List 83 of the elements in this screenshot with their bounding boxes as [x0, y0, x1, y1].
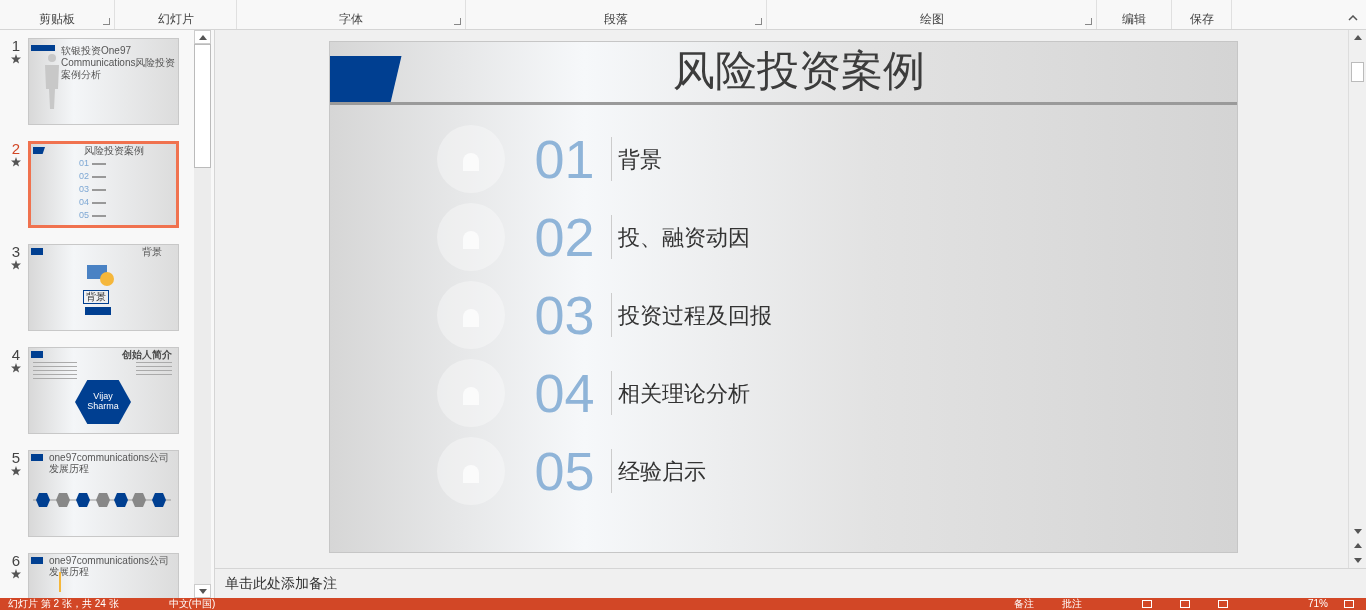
slide-thumbnail[interactable]: 创始人简介 Vijay Sharma	[28, 347, 179, 434]
slide-accent	[31, 557, 43, 564]
comments-button[interactable]: 批注	[1062, 598, 1082, 610]
agenda-number: 05	[534, 441, 596, 501]
star-icon	[11, 157, 21, 167]
slide-accent	[31, 248, 43, 255]
agenda-item: 投、融资动因	[617, 223, 750, 252]
slide-thumbnail[interactable]: one97communications公司发展历程	[28, 450, 179, 537]
scroll-thumb[interactable]	[1351, 62, 1364, 82]
slide-title: 背景	[142, 246, 162, 258]
scrollbar[interactable]	[194, 30, 211, 598]
agenda-item: 背景	[617, 145, 662, 174]
slide-number: 4	[11, 347, 21, 363]
star-icon	[11, 569, 21, 579]
ribbon-group-label: 绘图	[919, 12, 944, 26]
slide-thumbnail[interactable]: 背景 背景	[28, 244, 179, 331]
agenda-number: 03	[79, 183, 89, 196]
star-icon	[11, 466, 21, 476]
scroll-down-icon[interactable]	[198, 588, 207, 594]
dialog-launcher-icon[interactable]	[454, 18, 461, 25]
slide-count: 幻灯片 第 2 张，共 24 张	[8, 598, 119, 610]
number-tag	[85, 307, 111, 315]
slide-title: one97communications公司发展历程	[49, 555, 171, 577]
agenda-text-line	[92, 214, 106, 217]
scroll-down-icon[interactable]	[1353, 528, 1362, 534]
slide-number: 3	[11, 244, 21, 260]
previous-slide-icon[interactable]	[1353, 542, 1362, 548]
collapse-ribbon-icon[interactable]	[1348, 15, 1358, 21]
slide-number: 2	[11, 141, 21, 157]
slide-thumbnail[interactable]: one97communications公司发展历程	[28, 553, 179, 598]
scrollbar[interactable]	[1348, 30, 1366, 568]
agenda-item: 相关理论分析	[617, 379, 750, 408]
slide-accent	[31, 351, 43, 358]
slide-thumbnail[interactable]: 软银投资One97 Communications风险投资案例分析	[28, 38, 179, 125]
agenda-text-line	[92, 175, 106, 178]
slide-accent	[33, 147, 45, 154]
slide-title: 风险投资案例	[672, 46, 926, 96]
agenda-number: 01	[534, 129, 596, 189]
agenda-item: 经验启示	[617, 457, 706, 486]
slide-accent	[31, 45, 55, 51]
agenda-number: 02	[79, 170, 89, 183]
agenda-text-line	[92, 162, 106, 165]
star-icon	[11, 363, 21, 373]
slide-number: 1	[11, 38, 21, 54]
agenda-text-line	[92, 188, 106, 191]
language-indicator[interactable]: 中文(中国)	[168, 598, 216, 610]
dialog-launcher-icon[interactable]	[103, 18, 110, 25]
dialog-launcher-icon[interactable]	[755, 18, 762, 25]
slide-title: 软银投资One97 Communications风险投资案例分析	[61, 45, 177, 81]
timeline-bar	[59, 572, 61, 592]
next-slide-icon[interactable]	[1353, 557, 1362, 563]
hexagon-label: Vijay Sharma	[86, 391, 120, 411]
slide-number: 6	[11, 553, 21, 569]
agenda-number: 04	[534, 363, 596, 423]
agenda-number: 01	[79, 157, 89, 170]
agenda-number: 03	[534, 285, 596, 345]
ribbon-group-label: 保存	[1189, 12, 1214, 26]
zoom-level[interactable]: 71%	[1308, 598, 1328, 610]
scroll-up-icon[interactable]	[1353, 34, 1362, 40]
agenda-number: 04	[79, 196, 89, 209]
ribbon-group-label: 剪贴板	[39, 12, 75, 26]
slide-title: 创始人简介	[122, 349, 172, 361]
star-icon	[11, 260, 21, 270]
agenda-number: 02	[534, 207, 596, 267]
agenda-item: 投资过程及回报	[617, 301, 772, 330]
scroll-up-icon[interactable]	[198, 34, 207, 40]
notes-button[interactable]: 备注	[1014, 598, 1034, 610]
ribbon-group-label: 幻灯片	[157, 12, 194, 26]
slide-title: 风险投资案例	[82, 145, 145, 156]
picture-caption: 背景	[83, 290, 109, 304]
ribbon-group-label: 字体	[339, 12, 363, 26]
scroll-thumb[interactable]	[194, 44, 211, 168]
slide-accent	[31, 454, 43, 461]
slide-thumbnail[interactable]: 风险投资案例 01 02 03 04 05	[28, 141, 179, 228]
dialog-launcher-icon[interactable]	[1085, 18, 1092, 25]
ribbon-group-label: 段落	[604, 12, 628, 26]
notes-placeholder[interactable]: 单击此处添加备注	[225, 573, 337, 594]
slide-number: 5	[11, 450, 21, 466]
slide-title: one97communications公司发展历程	[49, 452, 171, 474]
agenda-number: 05	[79, 209, 89, 222]
star-icon	[11, 54, 21, 64]
agenda-text-line	[92, 201, 106, 204]
ribbon-group-label: 编辑	[1122, 12, 1146, 26]
